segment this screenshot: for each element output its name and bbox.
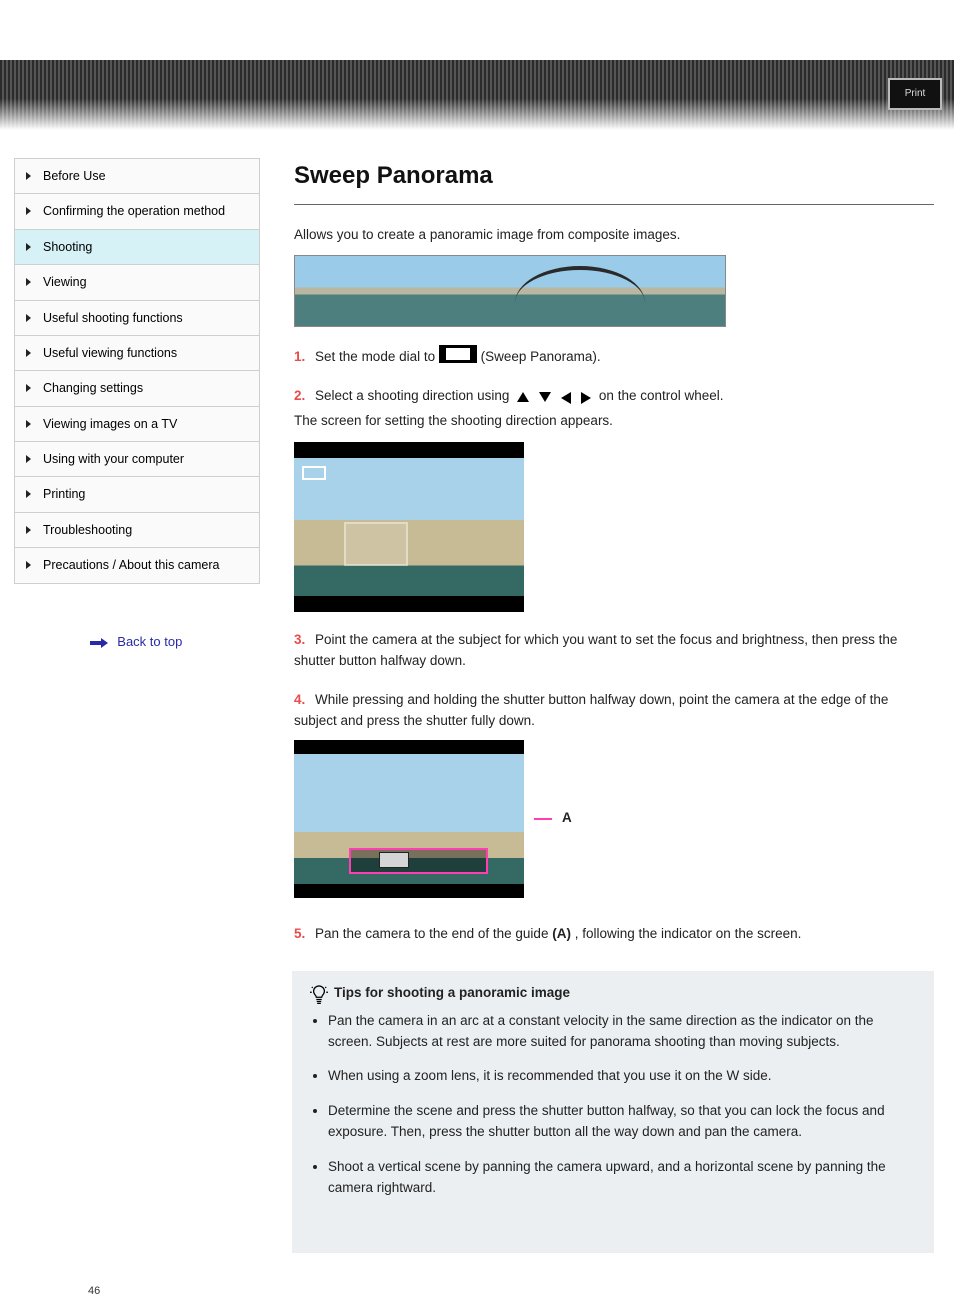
step-4: 4. While pressing and holding the shutte…	[294, 690, 934, 906]
chevron-right-icon	[26, 526, 31, 534]
arrow-left-icon	[561, 392, 571, 404]
chevron-right-icon	[26, 384, 31, 392]
direction-arrows-icon	[517, 392, 591, 404]
step-number: 3.	[294, 632, 305, 647]
sidebar-item-label: Viewing images on a TV	[43, 417, 177, 431]
step-5: 5. Pan the camera to the end of the guid…	[294, 924, 934, 945]
sidebar-item-settings[interactable]: Changing settings	[15, 371, 259, 406]
arrow-down-icon	[539, 392, 551, 402]
step-text: Point the camera at the subject for whic…	[294, 632, 897, 668]
chevron-right-icon	[26, 349, 31, 357]
step-text: on the control wheel.	[599, 388, 724, 403]
sidebar-item-before-use[interactable]: Before Use	[15, 159, 259, 194]
print-label: Print	[890, 80, 940, 108]
chevron-right-icon	[26, 561, 31, 569]
guide-bar-callout	[349, 848, 488, 874]
screenshot-direction	[294, 442, 524, 612]
chevron-right-icon	[26, 278, 31, 286]
sidebar-item-printing[interactable]: Printing	[15, 477, 259, 512]
panorama-mode-icon	[443, 345, 473, 363]
chevron-right-icon	[26, 455, 31, 463]
step-2: 2. Select a shooting direction using on …	[294, 386, 934, 612]
step-number: 2.	[294, 388, 305, 403]
panorama-sample-image	[294, 255, 726, 327]
back-to-top-link[interactable]: Back to top	[117, 634, 182, 649]
sidebar-item-viewing[interactable]: Viewing	[15, 265, 259, 300]
sidebar-item-troubleshooting[interactable]: Troubleshooting	[15, 513, 259, 548]
sidebar-item-useful-viewing[interactable]: Useful viewing functions	[15, 336, 259, 371]
sidebar-item-label: Useful viewing functions	[43, 346, 177, 360]
tips-heading: Tips for shooting a panoramic image	[334, 985, 570, 1000]
divider	[294, 204, 934, 205]
chevron-right-icon	[26, 243, 31, 251]
step-1: 1. Set the mode dial to (Sweep Panorama)…	[294, 345, 934, 368]
callout-label-a: A	[562, 808, 572, 829]
step-number: 1.	[294, 349, 305, 364]
step-number: 5.	[294, 926, 305, 941]
step-marker-bold: (A)	[552, 926, 571, 941]
sidebar-item-useful-shooting[interactable]: Useful shooting functions	[15, 301, 259, 336]
header-band: Print	[0, 60, 954, 130]
sidebar-item-label: Printing	[43, 487, 85, 501]
panorama-mode-icon	[302, 466, 326, 480]
sidebar-item-computer[interactable]: Using with your computer	[15, 442, 259, 477]
sidebar-item-label: Shooting	[43, 240, 92, 254]
arrow-right-icon	[90, 638, 108, 648]
page-number: 46	[88, 1285, 100, 1297]
arrow-right-icon	[581, 392, 591, 404]
arrow-up-icon	[517, 392, 529, 402]
sidebar-item-label: Changing settings	[43, 381, 143, 395]
print-button[interactable]: Print	[888, 78, 942, 110]
sidebar-item-label: Confirming the operation method	[43, 204, 225, 218]
step-text: , following the indicator on the screen.	[575, 926, 802, 941]
step-text: Pan the camera to the end of the guide	[315, 926, 552, 941]
step-text: While pressing and holding the shutter b…	[294, 692, 888, 728]
sidebar-item-label: Before Use	[43, 169, 106, 183]
chevron-right-icon	[26, 420, 31, 428]
tip-item: Shoot a vertical scene by panning the ca…	[328, 1157, 916, 1199]
sidebar-item-precautions[interactable]: Precautions / About this camera	[15, 548, 259, 583]
intro-text: Allows you to create a panoramic image f…	[294, 225, 934, 245]
tip-item: Pan the camera in an arc at a constant v…	[328, 1011, 916, 1053]
sidebar-item-tv[interactable]: Viewing images on a TV	[15, 407, 259, 442]
step-text: Set the mode dial to	[315, 349, 439, 364]
sidebar-item-label: Viewing	[43, 275, 87, 289]
chevron-right-icon	[26, 172, 31, 180]
sidebar-item-label: Troubleshooting	[43, 523, 132, 537]
sidebar-item-operation[interactable]: Confirming the operation method	[15, 194, 259, 229]
step-number: 4.	[294, 692, 305, 707]
chevron-right-icon	[26, 207, 31, 215]
sidebar-item-shooting[interactable]: Shooting	[15, 230, 259, 265]
chevron-right-icon	[26, 314, 31, 322]
sidebar-item-label: Useful shooting functions	[43, 311, 183, 325]
main-content: Sweep Panorama Allows you to create a pa…	[294, 150, 934, 1253]
callout-leader-line	[534, 818, 552, 820]
step-caption: The screen for setting the shooting dire…	[294, 411, 934, 432]
sidebar-nav: Before Use Confirming the operation meth…	[14, 158, 260, 584]
lightbulb-icon	[310, 985, 326, 1001]
tip-item: Determine the scene and press the shutte…	[328, 1101, 916, 1143]
sidebar-item-label: Using with your computer	[43, 452, 184, 466]
step-text: (Sweep Panorama).	[481, 349, 601, 364]
page-title: Sweep Panorama	[294, 162, 934, 190]
step-text: Select a shooting direction using	[315, 388, 513, 403]
tips-panel: Tips for shooting a panoramic image Pan …	[292, 971, 934, 1253]
sidebar-item-label: Precautions / About this camera	[43, 558, 219, 572]
tip-item: When using a zoom lens, it is recommende…	[328, 1066, 916, 1087]
step-3: 3. Point the camera at the subject for w…	[294, 630, 934, 672]
chevron-right-icon	[26, 490, 31, 498]
screenshot-guide	[294, 740, 524, 898]
